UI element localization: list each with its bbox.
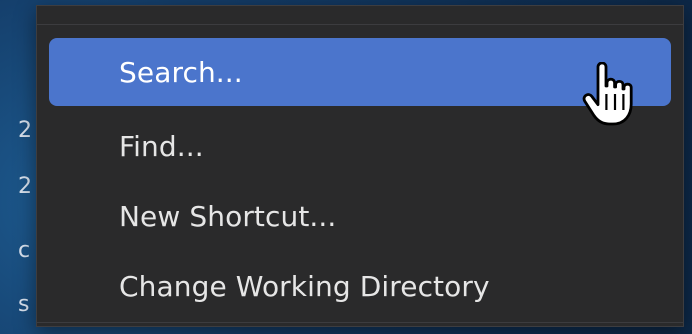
background-text-fragment: 2 <box>18 118 32 143</box>
menu-item-find[interactable]: Find... <box>49 112 671 180</box>
menu-item-new-shortcut[interactable]: New Shortcut... <box>49 182 671 250</box>
menu-item-label: Search... <box>119 55 243 89</box>
menu-top-divider <box>37 24 683 25</box>
background-text-fragment: c <box>18 238 31 263</box>
menu-item-label: Change Working Directory <box>119 269 490 303</box>
menu-item-label: New Shortcut... <box>119 199 337 233</box>
menu-bottom-divider <box>37 322 683 323</box>
menu-item-search[interactable]: Search... <box>49 38 671 106</box>
background-text-fragment: s <box>18 292 30 317</box>
background-window-edge: 2 2 c s <box>0 0 36 334</box>
menu-item-label: Find... <box>119 129 204 163</box>
hand-pointer-icon <box>582 62 633 126</box>
context-menu: Search... Find... New Shortcut... Change… <box>36 5 684 327</box>
menu-item-change-working-directory[interactable]: Change Working Directory <box>49 252 671 320</box>
background-text-fragment: 2 <box>18 174 32 199</box>
